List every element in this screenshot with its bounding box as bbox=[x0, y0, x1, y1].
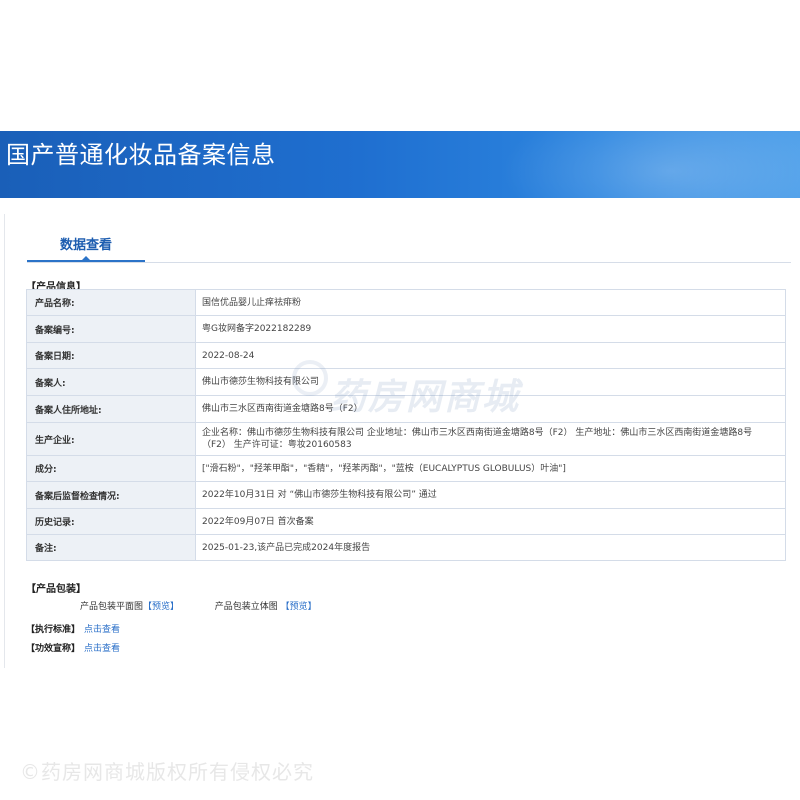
table-row: 备注: 2025-01-23,该产品已完成2024年度报告 bbox=[26, 534, 786, 561]
packaging-flat-preview-link[interactable]: 【预览】 bbox=[143, 599, 179, 612]
table-row: 历史记录: 2022年09月07日 首次备案 bbox=[26, 508, 786, 535]
table-row: 备案人: 佛山市德莎生物科技有限公司 bbox=[26, 368, 786, 396]
table-row: 备案日期: 2022-08-24 bbox=[26, 342, 786, 369]
row-value: 佛山市三水区西南街道金塘路8号（F2） bbox=[195, 395, 786, 423]
efficacy-view-link[interactable]: 点击查看 bbox=[84, 644, 120, 654]
page-title: 国产普通化妆品备案信息 bbox=[6, 141, 276, 169]
row-value: ["滑石粉"，"羟苯甲酯"，"香精"，"羟苯丙酯"，"蓝桉（EUCALYPTUS… bbox=[195, 455, 786, 482]
row-value: 佛山市德莎生物科技有限公司 bbox=[195, 368, 786, 396]
row-value: 2022年09月07日 首次备案 bbox=[195, 508, 786, 535]
standard-label: 【执行标准】 bbox=[26, 625, 81, 635]
packaging-row: 产品包装平面图【预览】 产品包装立体图 【预览】 bbox=[80, 599, 317, 612]
product-info-table: 产品名称: 国信优品婴儿止痒祛痱粉 备案编号: 粤G妆网备字2022182289… bbox=[26, 289, 786, 561]
packaging-flat-label: 产品包装平面图 bbox=[80, 602, 144, 612]
table-row: 备案人住所地址: 佛山市三水区西南街道金塘路8号（F2） bbox=[26, 395, 786, 423]
packaging-heading: 【产品包装】 bbox=[26, 584, 86, 595]
efficacy-row: 【功效宣称】 点击查看 bbox=[26, 641, 120, 654]
packaging-solid-preview-link[interactable]: 【预览】 bbox=[281, 599, 317, 612]
page-banner: 国产普通化妆品备案信息 bbox=[0, 131, 800, 198]
tab-data-view[interactable]: 数据查看 bbox=[27, 214, 145, 262]
row-key: 产品名称: bbox=[26, 289, 196, 316]
table-row: 备案后监督检查情况: 2022年10月31日 对 “佛山市德莎生物科技有限公司”… bbox=[26, 481, 786, 509]
table-row: 产品名称: 国信优品婴儿止痒祛痱粉 bbox=[26, 289, 786, 316]
row-key: 备案编号: bbox=[26, 315, 196, 343]
tab-data-view-label: 数据查看 bbox=[59, 238, 112, 253]
packaging-solid-label: 产品包装立体图 bbox=[214, 602, 278, 612]
row-key: 备注: bbox=[26, 534, 196, 561]
table-row: 成分: ["滑石粉"，"羟苯甲酯"，"香精"，"羟苯丙酯"，"蓝桉（EUCALY… bbox=[26, 455, 786, 482]
row-value: 2022-08-24 bbox=[195, 342, 786, 369]
tab-bar: 数据查看 bbox=[27, 214, 791, 263]
tab-active-caret-icon bbox=[81, 256, 91, 261]
row-key: 备案日期: bbox=[26, 342, 196, 369]
efficacy-label: 【功效宣称】 bbox=[26, 644, 81, 654]
table-row: 生产企业: 企业名称：佛山市德莎生物科技有限公司 企业地址：佛山市三水区西南街道… bbox=[26, 422, 786, 456]
row-key: 备案后监督检查情况: bbox=[26, 481, 196, 509]
copyright-watermark: ©药房网商城版权所有侵权必究 bbox=[20, 760, 314, 784]
table-row: 备案编号: 粤G妆网备字2022182289 bbox=[26, 315, 786, 343]
row-key: 成分: bbox=[26, 455, 196, 482]
row-key: 历史记录: bbox=[26, 508, 196, 535]
row-value: 国信优品婴儿止痒祛痱粉 bbox=[195, 289, 786, 316]
row-value: 2022年10月31日 对 “佛山市德莎生物科技有限公司” 通过 bbox=[195, 481, 786, 509]
row-value: 企业名称：佛山市德莎生物科技有限公司 企业地址：佛山市三水区西南街道金塘路8号（… bbox=[195, 422, 786, 456]
row-value: 粤G妆网备字2022182289 bbox=[195, 315, 786, 343]
row-value: 2025-01-23,该产品已完成2024年度报告 bbox=[195, 534, 786, 561]
standard-row: 【执行标准】 点击查看 bbox=[26, 622, 120, 635]
watermark-logo-icon bbox=[292, 360, 328, 396]
row-key: 备案人住所地址: bbox=[26, 395, 196, 423]
row-key: 生产企业: bbox=[26, 422, 196, 456]
standard-view-link[interactable]: 点击查看 bbox=[84, 625, 120, 635]
row-key: 备案人: bbox=[26, 368, 196, 396]
